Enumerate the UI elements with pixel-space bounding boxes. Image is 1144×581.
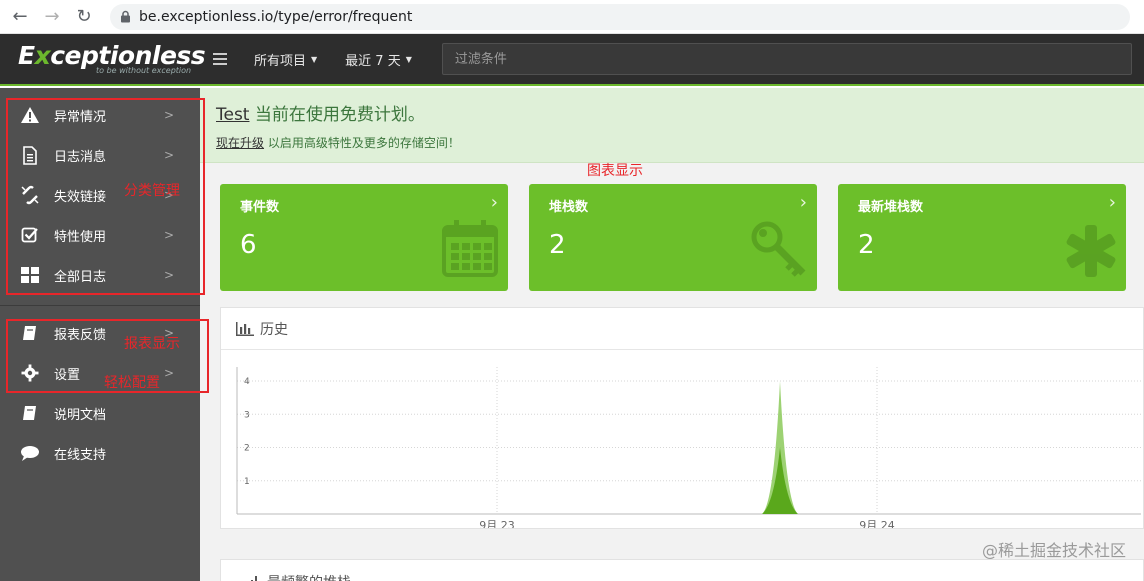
app-header: Exceptionless to be without exception 所有… <box>0 34 1144 86</box>
y-tick-label: 1 <box>244 477 250 487</box>
history-chart[interactable]: 1 2 3 4 9月 23 9月 24 <box>221 351 1143 528</box>
stat-card-new-stacks[interactable]: 最新堆栈数 › 2 <box>838 184 1126 291</box>
frequent-stacks-panel: 最频繁的堆栈 <box>220 559 1144 581</box>
stat-card-events[interactable]: 事件数 › 6 <box>220 184 508 291</box>
account-link[interactable]: Test <box>216 105 249 125</box>
upgrade-link[interactable]: 现在升级 <box>216 136 264 150</box>
x-tick-label: 9月 23 <box>479 519 515 528</box>
lock-icon <box>120 10 131 23</box>
x-tick-label: 9月 24 <box>859 519 895 528</box>
watermark: @稀土掘金技术社区 <box>981 541 1126 560</box>
main-content: Test 当前在使用免费计划。 现在升级 以启用高级特性及更多的存储空间！ 事件… <box>200 88 1144 581</box>
annotation-config: 轻松配置 <box>104 375 160 391</box>
chevron-right-icon: › <box>799 192 807 213</box>
chevron-right-icon: › <box>1108 192 1116 213</box>
chat-icon <box>20 443 40 463</box>
back-icon[interactable]: ← <box>8 5 32 29</box>
y-tick-label: 4 <box>244 377 250 387</box>
filter-input[interactable] <box>441 43 1132 75</box>
history-header: 历史 <box>221 308 1143 350</box>
caret-down-icon: ▼ <box>311 54 318 64</box>
sidebar-item-support[interactable]: 在线支持 <box>0 433 200 473</box>
reload-icon[interactable]: ↻ <box>72 5 96 29</box>
menu-toggle-icon[interactable] <box>200 53 240 65</box>
bar-chart-icon <box>249 576 261 581</box>
project-dropdown[interactable]: 所有项目 ▼ <box>240 50 331 69</box>
address-bar[interactable]: be.exceptionless.io/type/error/frequent <box>110 3 1130 30</box>
url-text: be.exceptionless.io/type/error/frequent <box>139 8 413 25</box>
history-panel: 历史 1 2 3 4 9月 23 9月 24 <box>220 307 1144 529</box>
y-tick-label: 3 <box>244 410 250 420</box>
asterisk-icon <box>1066 225 1116 281</box>
key-icon <box>751 221 807 281</box>
logo[interactable]: Exceptionless to be without exception <box>0 33 206 85</box>
caret-down-icon: ▼ <box>405 54 412 64</box>
forward-icon[interactable]: → <box>40 5 64 29</box>
chevron-right-icon: › <box>490 192 498 213</box>
sidebar-divider <box>0 305 200 306</box>
browser-toolbar: ← → ↻ be.exceptionless.io/type/error/fre… <box>0 0 1144 34</box>
date-range-dropdown[interactable]: 最近 7 天 ▼ <box>331 50 426 69</box>
annotation-reports: 报表显示 <box>124 336 180 352</box>
bar-chart-icon <box>236 321 254 336</box>
plan-banner: Test 当前在使用免费计划。 现在升级 以启用高级特性及更多的存储空间！ <box>200 88 1144 163</box>
annotation-chart: 图表显示 <box>587 163 643 179</box>
y-tick-label: 2 <box>244 444 250 454</box>
calendar-icon <box>442 219 498 281</box>
annotation-category: 分类管理 <box>124 183 180 199</box>
book-icon <box>20 403 40 423</box>
sidebar-item-docs[interactable]: 说明文档 <box>0 393 200 433</box>
stat-card-stacks[interactable]: 堆栈数 › 2 <box>529 184 817 291</box>
